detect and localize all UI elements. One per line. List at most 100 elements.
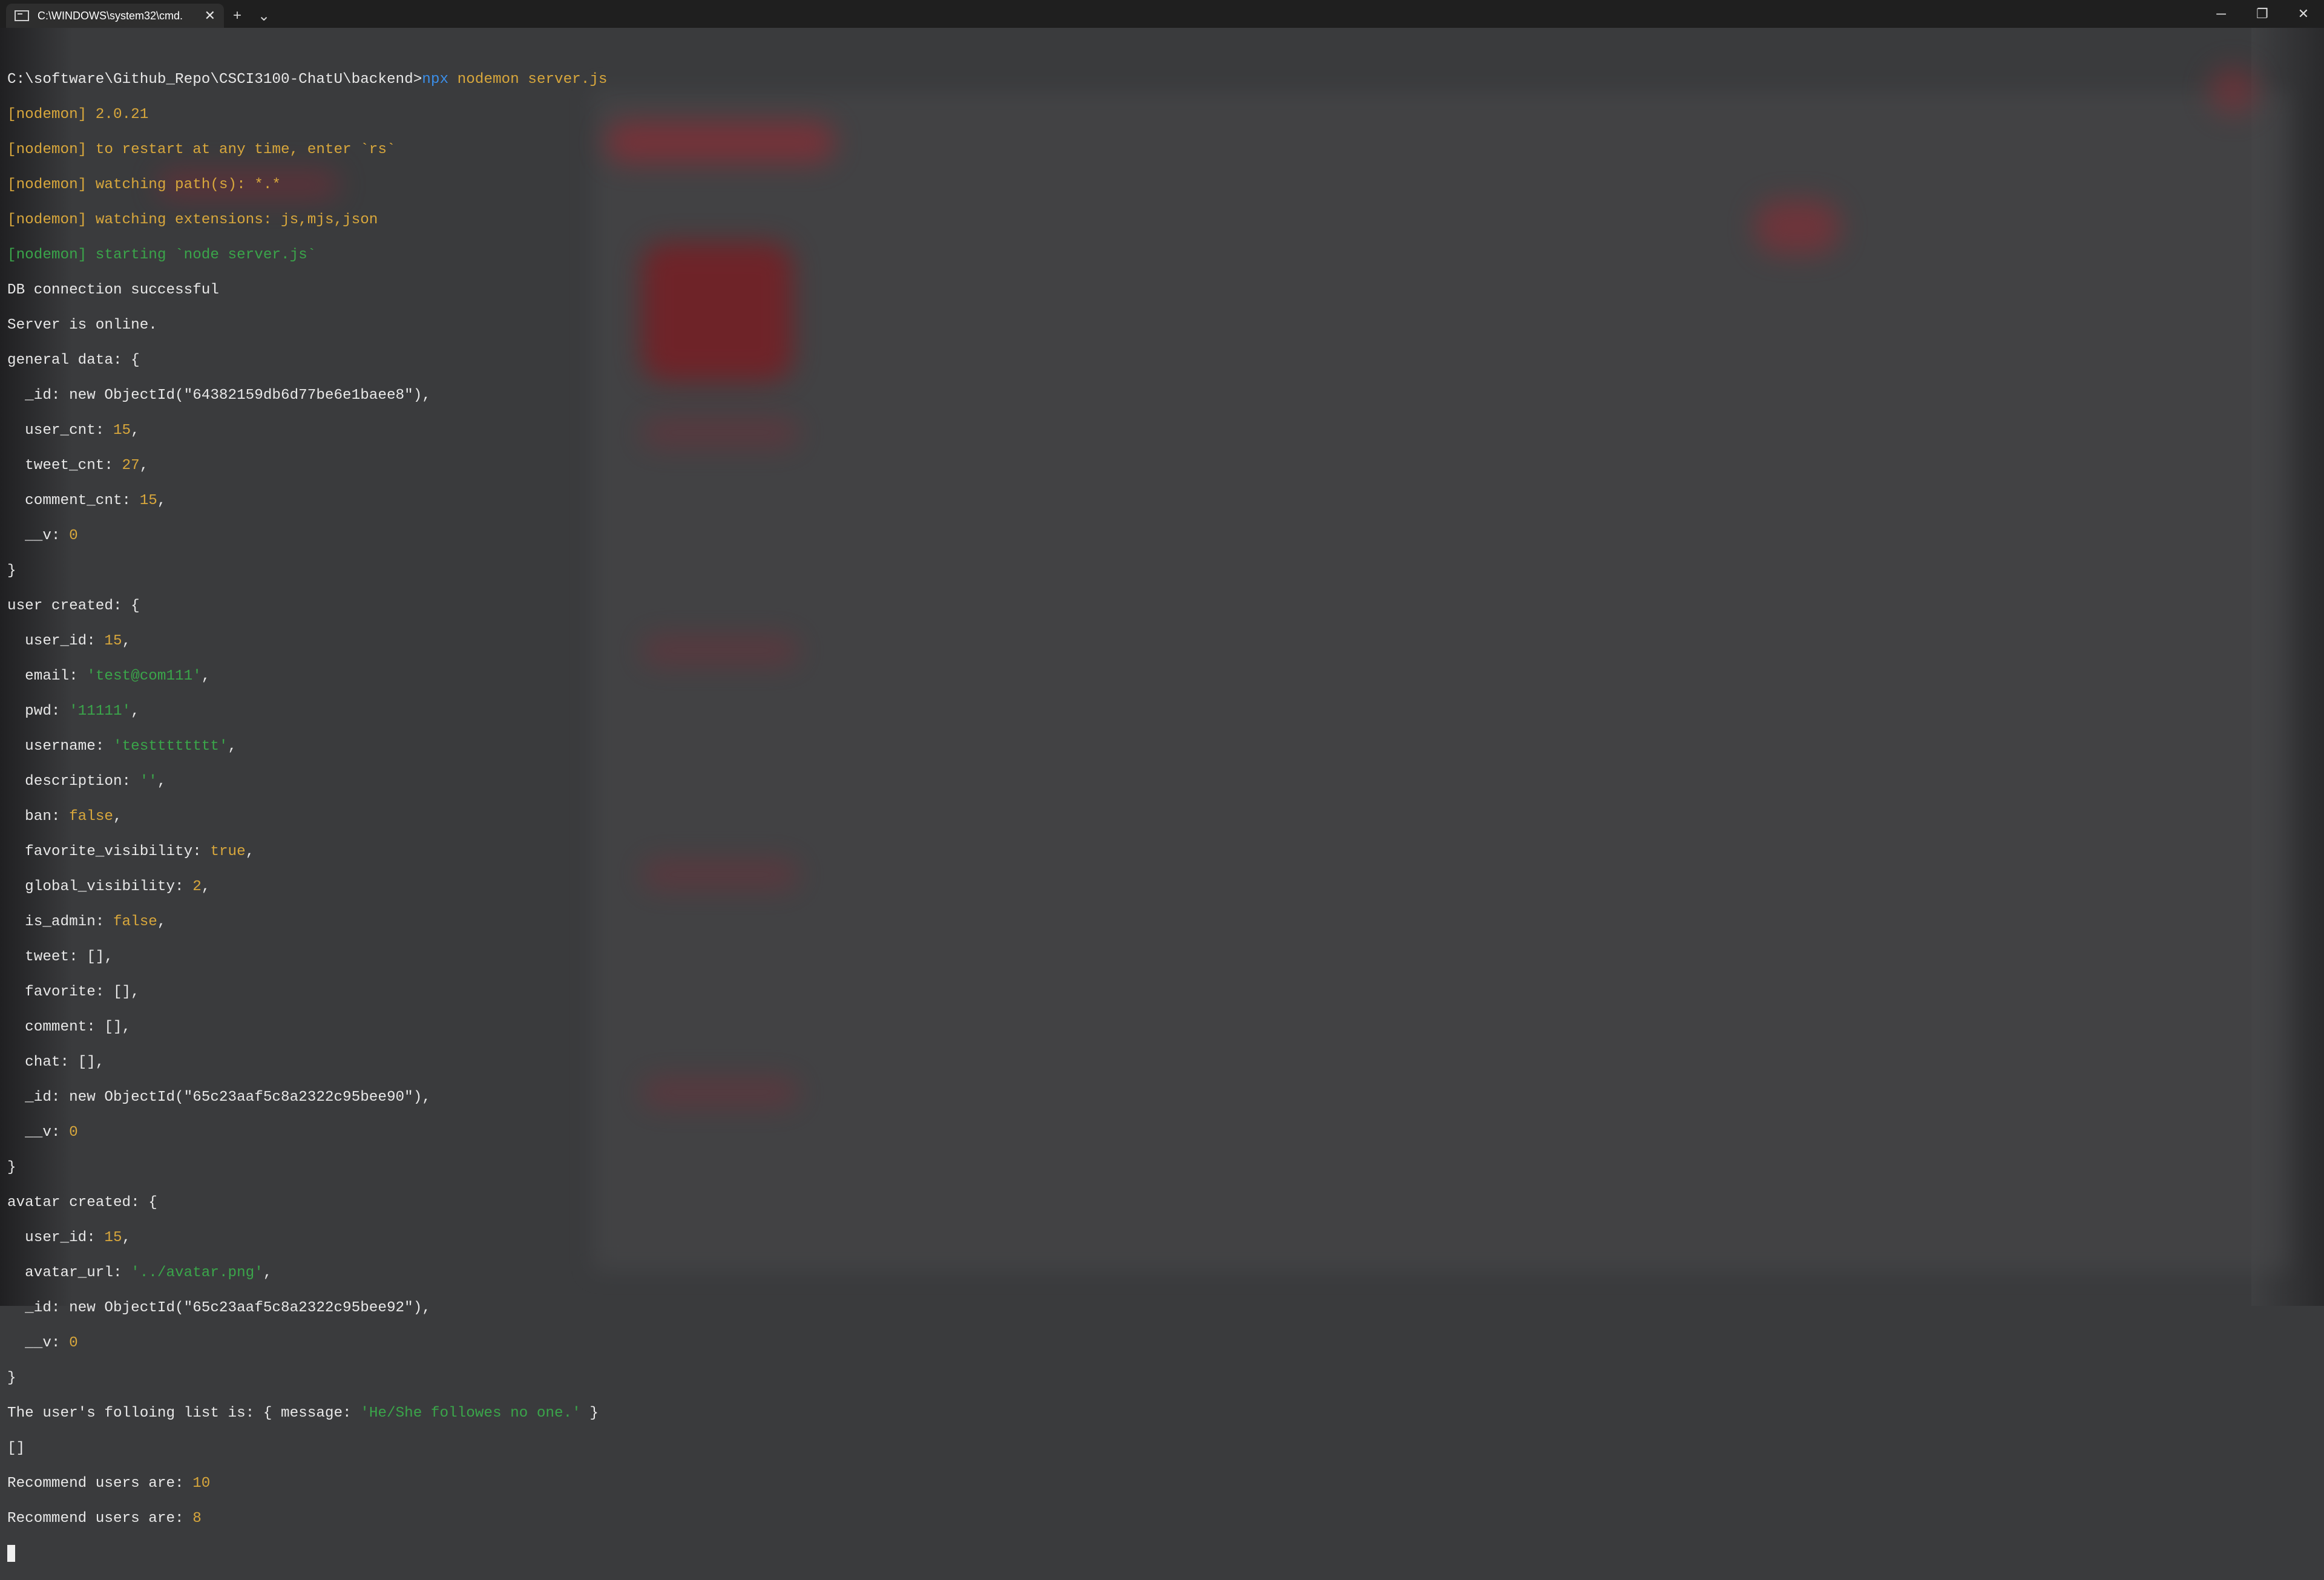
title-bar: C:\WINDOWS\system32\cmd. ✕ + ⌄ ─ ❐ ✕ [0, 0, 2324, 28]
general-comment-cnt-line: comment_cnt: 15, [7, 493, 166, 509]
description-line: description: '', [7, 773, 166, 790]
value: 0 [69, 1335, 78, 1351]
key: is_admin: [7, 914, 113, 930]
value: '../avatar.png' [131, 1265, 263, 1281]
recommend-line-2: Recommend users are: 8 [7, 1510, 2307, 1527]
terminal-icon [15, 10, 29, 21]
value: 15 [113, 422, 131, 439]
command-npx: npx [422, 71, 449, 88]
recommend-label: Recommend users are: [7, 1510, 193, 1527]
key: tweet_cnt: [7, 457, 122, 474]
nodemon-restart-line: [nodemon] to restart at any time, enter … [7, 142, 396, 158]
value: 0 [69, 1124, 78, 1141]
key: pwd: [7, 703, 70, 720]
value: 15 [104, 1230, 122, 1246]
email-line: email: 'test@com111', [7, 668, 211, 684]
value: false [69, 808, 113, 825]
avatar-url-line: avatar_url: '../avatar.png', [7, 1265, 272, 1281]
command-args: nodemon server.js [448, 71, 608, 88]
key: comment_cnt: [7, 493, 140, 509]
prompt: C:\software\Github_Repo\CSCI3100-ChatU\b… [7, 71, 422, 88]
close-brace: } [7, 1370, 16, 1386]
value: 'test@com111' [87, 668, 202, 684]
text-cursor[interactable] [7, 1545, 15, 1562]
ban-line: ban: false, [7, 808, 122, 825]
value: 15 [104, 633, 122, 649]
key: username: [7, 738, 113, 755]
tweet-line: tweet: [], [7, 949, 113, 965]
key: avatar_url: [7, 1265, 131, 1281]
close-brace: } [7, 563, 16, 579]
user-v-line: __v: 0 [7, 1124, 2307, 1141]
value: 'testttttttt' [113, 738, 228, 755]
tab-close-icon[interactable]: ✕ [205, 9, 215, 22]
value: '11111' [69, 703, 131, 720]
new-tab-button[interactable]: + [224, 4, 251, 28]
nodemon-watch-ext-line: [nodemon] watching extensions: js,mjs,js… [7, 212, 378, 228]
key: favorite_visibility: [7, 844, 211, 860]
server-online-line: Server is online. [7, 317, 157, 333]
avatar-user-id-line: user_id: 15, [7, 1230, 131, 1246]
value: false [113, 914, 157, 930]
key: __v: [7, 1335, 70, 1351]
general-v-line: __v: 0 [7, 527, 2307, 545]
key: __v: [7, 1124, 70, 1141]
db-connection-line: DB connection successful [7, 282, 219, 298]
empty-array-line: [] [7, 1440, 25, 1457]
nodemon-starting-line: [nodemon] starting `node server.js` [7, 247, 317, 263]
value: 0 [69, 528, 78, 544]
nodemon-version-line: [nodemon] 2.0.21 [7, 107, 149, 123]
key: __v: [7, 528, 70, 544]
general-user-cnt-line: user_cnt: 15, [7, 422, 140, 439]
terminal-tab[interactable]: C:\WINDOWS\system32\cmd. ✕ [6, 4, 224, 28]
command-line: C:\software\Github_Repo\CSCI3100-ChatU\b… [7, 71, 2307, 88]
favorite-line: favorite: [], [7, 984, 140, 1000]
global-visibility-line: global_visibility: 2, [7, 879, 211, 895]
restore-button[interactable]: ❐ [2242, 0, 2283, 28]
cursor-line [7, 1545, 2307, 1562]
recommend-label: Recommend users are: [7, 1475, 193, 1492]
close-window-button[interactable]: ✕ [2283, 0, 2324, 28]
username-line: username: 'testttttttt', [7, 738, 237, 755]
following-list-line: The user's folloing list is: { message: … [7, 1405, 2307, 1422]
key: user_id: [7, 1230, 105, 1246]
avatar-objectid-line: _id: new ObjectId("65c23aaf5c8a2322c95be… [7, 1300, 431, 1316]
recommend-line-1: Recommend users are: 10 [7, 1475, 2307, 1492]
pwd-line: pwd: '11111', [7, 703, 140, 720]
key: global_visibility: [7, 879, 193, 895]
general-data-open: general data: { [7, 352, 140, 369]
recommend-count: 10 [192, 1475, 211, 1492]
value: 27 [122, 457, 140, 474]
following-suffix: } [580, 1405, 599, 1421]
value: 15 [139, 493, 157, 509]
user-id-line: user_id: 15, [7, 633, 131, 649]
key: ban: [7, 808, 70, 825]
general-tweet-cnt-line: tweet_cnt: 27, [7, 457, 149, 474]
value: 2 [192, 879, 202, 895]
key: user_cnt: [7, 422, 113, 439]
key: description: [7, 773, 140, 790]
avatar-v-line: __v: 0 [7, 1334, 2307, 1352]
is-admin-line: is_admin: false, [7, 914, 166, 930]
general-id-line: _id: new ObjectId("64382159db6d77be6e1ba… [7, 387, 431, 404]
tab-dropdown-button[interactable]: ⌄ [251, 4, 277, 28]
favorite-visibility-line: favorite_visibility: true, [7, 844, 255, 860]
value: true [210, 844, 246, 860]
recommend-count: 8 [192, 1510, 202, 1527]
user-created-open: user created: { [7, 598, 140, 614]
close-brace: } [7, 1159, 16, 1176]
key: email: [7, 668, 87, 684]
following-prefix: The user's folloing list is: { message: [7, 1405, 361, 1421]
user-objectid-line: _id: new ObjectId("65c23aaf5c8a2322c95be… [7, 1089, 431, 1106]
nodemon-watch-paths-line: [nodemon] watching path(s): *.* [7, 177, 281, 193]
window-controls: ─ ❐ ✕ [2201, 0, 2324, 28]
chat-line: chat: [], [7, 1054, 105, 1070]
comment-line: comment: [], [7, 1019, 131, 1035]
value: '' [139, 773, 157, 790]
terminal-output[interactable]: C:\software\Github_Repo\CSCI3100-ChatU\b… [7, 53, 2307, 1562]
avatar-created-open: avatar created: { [7, 1195, 157, 1211]
following-message: 'He/She followes no one.' [360, 1405, 581, 1421]
minimize-button[interactable]: ─ [2201, 0, 2242, 28]
key: user_id: [7, 633, 105, 649]
tab-title: C:\WINDOWS\system32\cmd. [38, 9, 183, 22]
